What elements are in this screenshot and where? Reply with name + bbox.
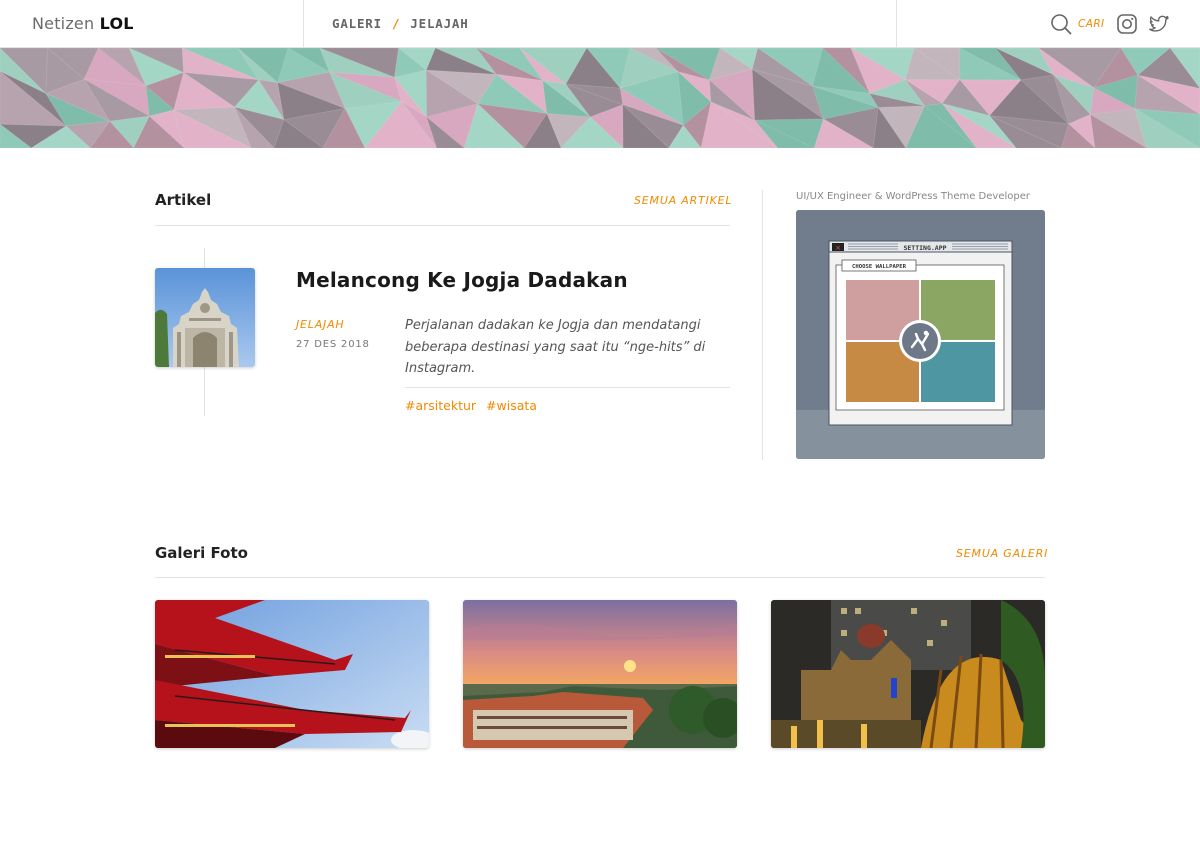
gallery-item[interactable] [155, 600, 429, 748]
main-nav: GALERI / JELAJAH [332, 16, 469, 31]
nav-item-jelajah[interactable]: JELAJAH [410, 16, 468, 31]
gallery-photo-pagoda [155, 600, 429, 748]
logo-light-text: Netizen [32, 14, 95, 33]
section-divider [155, 577, 1045, 578]
tag-link-arsitektur[interactable]: #arsitektur [405, 398, 476, 413]
instagram-icon[interactable] [1116, 13, 1138, 35]
post-category-link[interactable]: JELAJAH [296, 318, 345, 331]
post-title[interactable]: Melancong Ke Jogja Dadakan [296, 268, 628, 292]
sidebar-caption: UI/UX Engineer & WordPress Theme Develop… [796, 191, 1030, 202]
twitter-icon[interactable] [1148, 13, 1170, 35]
tag-link-wisata[interactable]: #wisata [486, 398, 537, 413]
polygon-pattern-image [0, 48, 1200, 148]
header-divider [896, 0, 897, 48]
post-thumbnail-image [155, 268, 255, 367]
sidebar-ad-card[interactable]: × SETTING.APP CHOOSE WALLPAPER [796, 210, 1045, 459]
post-date: 27 DES 2018 [296, 339, 370, 350]
post-excerpt: Perjalanan dadakan ke Jogja dan mendatan… [405, 318, 706, 376]
post-tags: #arsitektur #wisata [405, 398, 543, 413]
search-button[interactable]: CARI [1050, 13, 1105, 35]
logo-bold-text: LOL [99, 14, 134, 33]
header-banner [0, 48, 1200, 148]
window-title-text: SETTING.APP [903, 244, 946, 252]
post-thumbnail[interactable] [155, 268, 255, 367]
gallery-item[interactable] [771, 600, 1045, 748]
search-label: CARI [1078, 18, 1105, 30]
site-header: Netizen LOL GALERI / JELAJAH CARI [0, 0, 1200, 48]
column-divider [762, 190, 763, 460]
gallery-photo-sunset [463, 600, 737, 748]
settings-app-illustration: × SETTING.APP CHOOSE WALLPAPER [796, 210, 1045, 459]
all-articles-link[interactable]: SEMUA ARTIKEL [634, 194, 732, 207]
header-divider [303, 0, 304, 48]
gallery-item[interactable] [463, 600, 737, 748]
section-divider [155, 225, 730, 226]
articles-section-title: Artikel [155, 191, 212, 209]
svg-text:×: × [835, 244, 841, 252]
nav-separator: / [391, 16, 401, 31]
gallery-photo-night-city [771, 600, 1045, 748]
search-icon [1051, 14, 1072, 35]
nav-item-galeri[interactable]: GALERI [332, 16, 382, 31]
gallery-section-title: Galeri Foto [155, 544, 248, 562]
post-divider [405, 387, 730, 388]
choose-wallpaper-text: CHOOSE WALLPAPER [852, 264, 907, 270]
site-logo[interactable]: Netizen LOL [32, 14, 134, 33]
all-gallery-link[interactable]: SEMUA GALERI [956, 547, 1048, 560]
